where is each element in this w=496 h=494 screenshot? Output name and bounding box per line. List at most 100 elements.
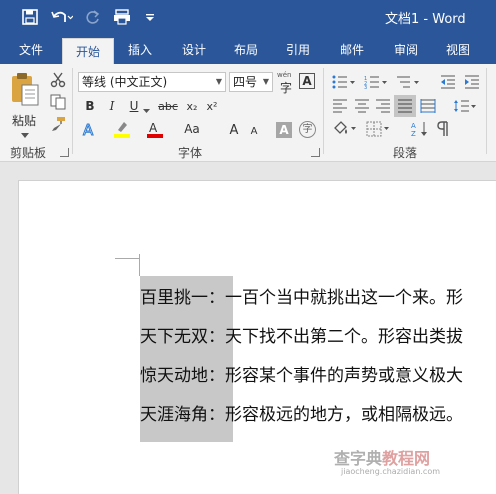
tab-review[interactable]: 审阅 xyxy=(386,36,426,64)
text-line[interactable]: 百里挑一：一百个当中就挑出这一个来。形 xyxy=(140,284,463,312)
idiom-definition: 天下找不出第二个。形容出类拔 xyxy=(225,327,463,347)
paragraph-group-label: 段落 xyxy=(393,146,418,160)
tab-file[interactable]: 文件 xyxy=(8,36,54,64)
paste-dropdown-icon xyxy=(21,127,29,141)
bullets-icon[interactable] xyxy=(330,72,358,92)
font-group-label: 字体 xyxy=(178,146,203,160)
italic-button[interactable]: I xyxy=(102,96,122,116)
group-divider xyxy=(323,68,324,154)
tab-insert[interactable]: 插入 xyxy=(120,36,160,64)
tab-references[interactable]: 引用 xyxy=(278,36,318,64)
font-size-combo[interactable]: 四号 ▼ xyxy=(229,72,273,92)
paste-button[interactable]: 粘贴 xyxy=(10,72,44,138)
clipboard-launcher-icon[interactable] xyxy=(60,148,69,157)
ribbon: 粘贴 剪贴板 等线 (中文正文) ▼ 四号 ▼ wén 字 A B I U ab… xyxy=(0,64,496,162)
copy-icon[interactable] xyxy=(48,92,68,112)
multilevel-list-icon[interactable] xyxy=(394,72,422,92)
cut-icon[interactable] xyxy=(48,70,68,90)
undo-icon[interactable] xyxy=(48,6,76,28)
svg-text:A: A xyxy=(149,121,158,135)
idiom-colon: ： xyxy=(208,288,225,308)
window-title: 文档1 - Word xyxy=(385,12,466,27)
redo-icon[interactable] xyxy=(82,6,104,28)
decrease-indent-icon[interactable] xyxy=(438,72,458,92)
highlighter-icon[interactable] xyxy=(112,119,132,139)
idiom-term: 百里挑一 xyxy=(140,288,208,308)
idiom-definition: 形容某个事件的声势或意义极大 xyxy=(225,366,463,386)
chevron-down-icon[interactable]: ▼ xyxy=(263,73,269,91)
watermark-url: jiaocheng.chazidian.com xyxy=(341,467,441,476)
idiom-colon: ： xyxy=(208,405,225,425)
distributed-icon[interactable] xyxy=(418,96,438,116)
subscript-button[interactable]: x₂ xyxy=(182,96,202,116)
font-name-combo[interactable]: 等线 (中文正文) ▼ xyxy=(78,72,226,92)
bold-button[interactable]: B xyxy=(80,96,100,116)
phonetic-guide-button[interactable]: wén 字 xyxy=(276,71,298,95)
line-spacing-icon[interactable] xyxy=(452,96,478,116)
svg-text:A: A xyxy=(83,121,94,138)
print-layout-icon[interactable] xyxy=(110,6,134,28)
tab-home[interactable]: 开始 xyxy=(62,38,114,64)
underline-dropdown-icon[interactable] xyxy=(143,102,150,116)
tab-mailings[interactable]: 邮件 xyxy=(332,36,372,64)
shading-icon[interactable] xyxy=(330,119,360,139)
idiom-term: 天涯海角 xyxy=(140,405,208,425)
phonetic-guide-char: 字 xyxy=(280,81,293,95)
align-center-icon[interactable] xyxy=(352,96,372,116)
svg-text:3: 3 xyxy=(364,85,367,89)
font-size-value: 四号 xyxy=(233,75,258,89)
align-left-icon[interactable] xyxy=(330,96,350,116)
idiom-definition: 一百个当中就挑出这一个来。形 xyxy=(225,288,463,308)
svg-text:Z: Z xyxy=(411,130,416,137)
strikethrough-button[interactable]: abc xyxy=(156,96,180,116)
save-icon[interactable] xyxy=(18,6,42,28)
clipboard-group-label: 剪贴板 xyxy=(10,146,47,160)
tab-view[interactable]: 视图 xyxy=(438,36,478,64)
paste-icon xyxy=(10,72,40,109)
chevron-down-icon[interactable]: ▼ xyxy=(216,73,222,91)
svg-text:A: A xyxy=(411,122,416,130)
increase-indent-icon[interactable] xyxy=(462,72,482,92)
corner-mark xyxy=(139,254,140,276)
shrink-font-button[interactable]: A xyxy=(244,121,264,141)
watermark-line1: 查字典 xyxy=(334,449,383,468)
title-bar: 文档1 - Word xyxy=(0,0,496,36)
text-line[interactable]: 惊天动地：形容某个事件的声势或意义极大 xyxy=(140,362,463,390)
character-shading-button[interactable]: A xyxy=(276,122,292,138)
numbering-icon[interactable]: 123 xyxy=(362,72,390,92)
text-line[interactable]: 天涯海角：形容极远的地方，或相隔极远。 xyxy=(140,401,463,429)
document-page[interactable]: 百里挑一：一百个当中就挑出这一个来。形 天下无双：天下找不出第二个。形容出类拔 … xyxy=(18,180,496,494)
font-color-icon[interactable]: A xyxy=(145,119,165,139)
idiom-term: 惊天动地 xyxy=(140,366,208,386)
text-effects-icon[interactable]: A xyxy=(80,119,100,139)
phonetic-guide-label: wén xyxy=(277,71,292,79)
underline-button[interactable]: U xyxy=(124,96,144,116)
borders-icon[interactable] xyxy=(364,119,392,139)
document-area: 百里挑一：一百个当中就挑出这一个来。形 天下无双：天下找不出第二个。形容出类拔 … xyxy=(0,162,496,494)
superscript-button[interactable]: x² xyxy=(202,96,222,116)
corner-mark xyxy=(115,258,140,259)
font-name-value: 等线 (中文正文) xyxy=(82,75,168,89)
tab-layout[interactable]: 布局 xyxy=(226,36,266,64)
character-border-icon[interactable]: A xyxy=(299,73,315,89)
idiom-term: 天下无双 xyxy=(140,327,208,347)
idiom-colon: ： xyxy=(208,366,225,386)
tab-design[interactable]: 设计 xyxy=(174,36,214,64)
group-divider xyxy=(72,68,73,154)
group-divider xyxy=(486,68,487,154)
watermark-logo: 查字典教程网 xyxy=(334,445,430,469)
customize-qat-icon[interactable] xyxy=(142,6,158,28)
change-case-button[interactable]: Aa xyxy=(178,119,206,139)
sort-icon[interactable]: AZ xyxy=(410,119,430,139)
format-painter-icon[interactable] xyxy=(48,114,68,134)
align-right-icon[interactable] xyxy=(373,96,393,116)
enclose-characters-button[interactable]: 字 xyxy=(299,121,316,138)
idiom-colon: ： xyxy=(208,327,225,347)
idiom-definition: 形容极远的地方，或相隔极远。 xyxy=(225,405,463,425)
grow-font-button[interactable]: A xyxy=(224,120,244,140)
font-launcher-icon[interactable] xyxy=(311,148,320,157)
show-formatting-icon[interactable] xyxy=(434,119,454,139)
ribbon-tabs: 文件 开始 插入 设计 布局 引用 邮件 审阅 视图 xyxy=(0,36,496,64)
text-line[interactable]: 天下无双：天下找不出第二个。形容出类拔 xyxy=(140,323,463,351)
justify-icon[interactable] xyxy=(394,95,416,117)
